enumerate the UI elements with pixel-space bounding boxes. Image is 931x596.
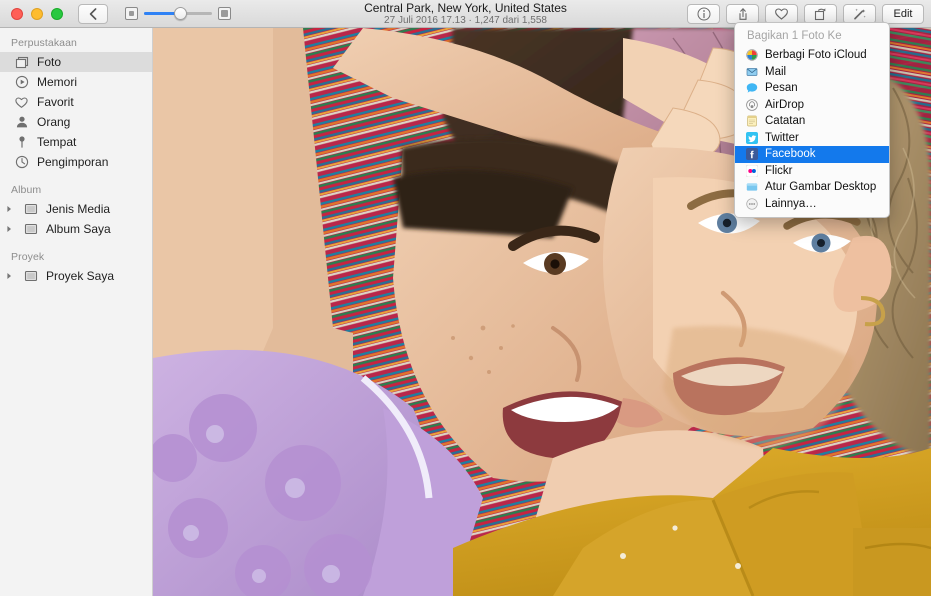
small-image-icon bbox=[125, 7, 138, 20]
sidebar-item-label: Pengimporan bbox=[37, 155, 109, 169]
facebook-icon bbox=[745, 148, 758, 161]
photos-icon bbox=[14, 55, 29, 70]
pin-icon bbox=[14, 135, 29, 150]
menu-item-label: AirDrop bbox=[765, 98, 804, 111]
share-menu-title: Bagikan 1 Foto Ke bbox=[747, 30, 842, 42]
close-button[interactable] bbox=[11, 7, 23, 20]
zoom-slider[interactable] bbox=[125, 7, 231, 21]
sidebar-item-label: Jenis Media bbox=[46, 202, 111, 216]
heart-icon bbox=[14, 95, 29, 110]
menu-item-label: Mail bbox=[765, 65, 787, 78]
rotate-button[interactable] bbox=[804, 4, 837, 24]
more-icon bbox=[745, 197, 758, 210]
menu-item-label: Twitter bbox=[765, 131, 799, 144]
menu-item-label: Pesan bbox=[765, 82, 798, 95]
icloud-photo-sharing-icon bbox=[745, 49, 758, 62]
info-button[interactable] bbox=[687, 4, 720, 24]
enhance-button[interactable] bbox=[843, 4, 876, 24]
chevron-left-icon bbox=[89, 7, 97, 20]
chevron-right-icon[interactable] bbox=[6, 272, 15, 281]
menu-item-label: Flickr bbox=[765, 164, 793, 177]
sidebar-item-album-saya[interactable]: Album Saya bbox=[0, 219, 152, 239]
menu-item-label: Facebook bbox=[765, 148, 816, 161]
sidebar-item-label: Favorit bbox=[37, 95, 74, 109]
menu-item-set-desktop-picture[interactable]: Atur Gambar Desktop bbox=[735, 179, 889, 196]
menu-item-messages[interactable]: Pesan bbox=[735, 80, 889, 97]
menu-item-flickr[interactable]: Flickr bbox=[735, 163, 889, 180]
zoom-slider-track[interactable] bbox=[144, 7, 212, 21]
sidebar-item-orang[interactable]: Orang bbox=[0, 112, 152, 132]
mail-icon bbox=[745, 65, 758, 78]
share-menu[interactable]: Bagikan 1 Foto Ke Berbagi Foto iCloud Ma… bbox=[734, 22, 890, 218]
large-image-icon bbox=[218, 7, 231, 20]
chevron-right-icon[interactable] bbox=[6, 225, 15, 234]
info-icon bbox=[697, 7, 710, 21]
sidebar-item-label: Album Saya bbox=[46, 222, 111, 236]
notes-icon bbox=[745, 115, 758, 128]
favorite-button[interactable] bbox=[765, 4, 798, 24]
sidebar-item-label: Proyek Saya bbox=[46, 269, 115, 283]
airdrop-icon bbox=[745, 98, 758, 111]
edit-button[interactable]: Edit bbox=[882, 4, 924, 24]
zoom-button[interactable] bbox=[51, 7, 63, 20]
menu-item-notes[interactable]: Catatan bbox=[735, 113, 889, 130]
flickr-icon bbox=[745, 164, 758, 177]
sidebar-section-header-proyek: Proyek bbox=[11, 251, 45, 263]
share-button[interactable] bbox=[726, 4, 759, 24]
sidebar-section-header-album: Album bbox=[11, 184, 42, 196]
sidebar-item-memori[interactable]: Memori bbox=[0, 72, 152, 92]
heart-icon bbox=[775, 8, 788, 20]
sidebar-item-label: Memori bbox=[37, 75, 78, 89]
sidebar-item-label: Tempat bbox=[37, 135, 77, 149]
person-icon bbox=[14, 115, 29, 130]
share-icon bbox=[738, 7, 747, 20]
folder-icon bbox=[23, 269, 38, 284]
menu-item-icloud-photo-sharing[interactable]: Berbagi Foto iCloud bbox=[735, 47, 889, 64]
sidebar: Perpustakaan Foto Memori Favorit Orang T… bbox=[0, 28, 153, 596]
zoom-slider-thumb[interactable] bbox=[173, 7, 187, 20]
zoom-slider-fill bbox=[144, 12, 178, 15]
menu-item-twitter[interactable]: Twitter bbox=[735, 130, 889, 147]
back-button[interactable] bbox=[78, 3, 108, 24]
sidebar-item-jenis-media[interactable]: Jenis Media bbox=[0, 199, 152, 219]
menu-item-label: Lainnya… bbox=[765, 197, 817, 210]
menu-item-label: Atur Gambar Desktop bbox=[765, 181, 877, 194]
minimize-button[interactable] bbox=[31, 7, 43, 20]
magic-wand-icon bbox=[854, 8, 866, 20]
clock-icon bbox=[14, 155, 29, 170]
toolbar-actions: Edit bbox=[687, 4, 924, 24]
menu-item-facebook[interactable]: Facebook bbox=[735, 146, 889, 163]
sidebar-item-favorit[interactable]: Favorit bbox=[0, 92, 152, 112]
messages-icon bbox=[745, 82, 758, 95]
menu-item-mail[interactable]: Mail bbox=[735, 64, 889, 81]
folder-icon bbox=[23, 202, 38, 217]
sidebar-item-tempat[interactable]: Tempat bbox=[0, 132, 152, 152]
sidebar-section-header-perpustakaan: Perpustakaan bbox=[11, 37, 77, 49]
folder-icon bbox=[23, 222, 38, 237]
sidebar-item-label: Foto bbox=[37, 55, 62, 69]
memories-icon bbox=[14, 75, 29, 90]
window-controls bbox=[11, 7, 63, 20]
sidebar-item-label: Orang bbox=[37, 115, 71, 129]
sidebar-item-foto[interactable]: Foto bbox=[0, 52, 152, 72]
sidebar-item-proyek-saya[interactable]: Proyek Saya bbox=[0, 266, 152, 286]
rotate-icon bbox=[814, 8, 826, 21]
menu-item-more[interactable]: Lainnya… bbox=[735, 196, 889, 213]
twitter-icon bbox=[745, 131, 758, 144]
chevron-right-icon[interactable] bbox=[6, 205, 15, 214]
menu-item-airdrop[interactable]: AirDrop bbox=[735, 97, 889, 114]
menu-item-label: Berbagi Foto iCloud bbox=[765, 49, 867, 62]
photos-app-window: Central Park, New York, United States 27… bbox=[0, 0, 931, 596]
sidebar-item-pengimporan[interactable]: Pengimporan bbox=[0, 152, 152, 172]
desktop-picture-icon bbox=[745, 181, 758, 194]
menu-item-label: Catatan bbox=[765, 115, 806, 128]
